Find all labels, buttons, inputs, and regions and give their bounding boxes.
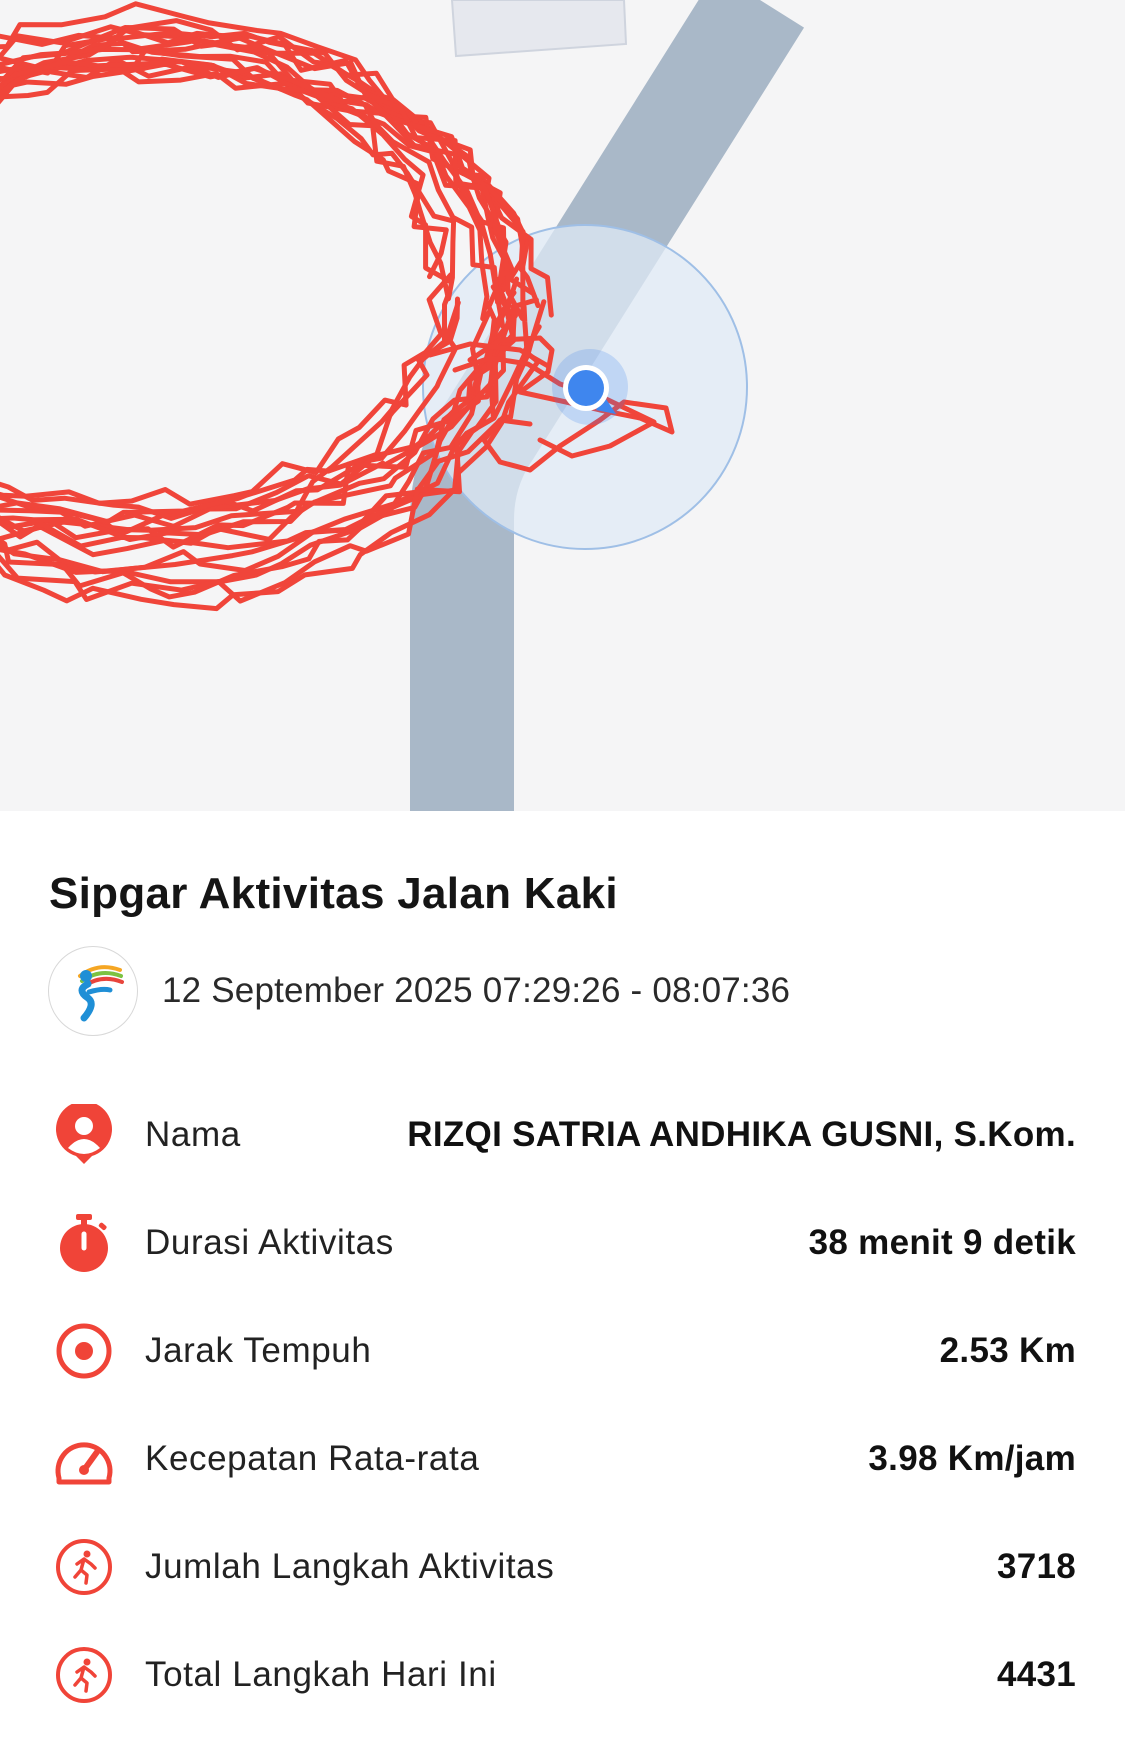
activity-map[interactable] bbox=[0, 0, 1125, 811]
stopwatch-icon bbox=[52, 1211, 116, 1275]
stat-value: 4431 bbox=[996, 1655, 1076, 1694]
stat-label: Total Langkah Hari Ini bbox=[145, 1655, 497, 1694]
running-person-icon bbox=[52, 1535, 116, 1599]
activity-title: Sipgar Aktivitas Jalan Kaki bbox=[49, 869, 618, 918]
stat-value: 3718 bbox=[996, 1547, 1076, 1586]
stat-label: Kecepatan Rata-rata bbox=[145, 1439, 480, 1478]
stat-value: 2.53 Km bbox=[939, 1331, 1076, 1370]
stat-row-duration: Durasi Aktivitas 38 menit 9 detik bbox=[0, 1189, 1125, 1297]
activity-date-range: 12 September 2025 07:29:26 - 08:07:36 bbox=[162, 971, 791, 1010]
speedometer-icon bbox=[52, 1427, 116, 1491]
stat-label: Nama bbox=[145, 1115, 241, 1154]
stat-label: Jumlah Langkah Aktivitas bbox=[145, 1547, 555, 1586]
running-person-icon bbox=[52, 1643, 116, 1707]
stat-label: Durasi Aktivitas bbox=[145, 1223, 394, 1262]
runner-logo-icon bbox=[48, 946, 138, 1036]
stat-row-distance: Jarak Tempuh 2.53 Km bbox=[0, 1297, 1125, 1405]
stat-row-total-steps: Total Langkah Hari Ini 4431 bbox=[0, 1621, 1125, 1729]
stat-label: Jarak Tempuh bbox=[145, 1331, 372, 1370]
stat-row-name: Nama RIZQI SATRIA ANDHIKA GUSNI, S.Kom. bbox=[0, 1081, 1125, 1189]
target-icon bbox=[52, 1319, 116, 1383]
map-canvas bbox=[0, 0, 805, 811]
stat-row-speed: Kecepatan Rata-rata 3.98 Km/jam bbox=[0, 1405, 1125, 1513]
activity-info-panel: Sipgar Aktivitas Jalan Kaki 12 September… bbox=[0, 811, 1125, 1752]
map-building bbox=[450, 0, 628, 58]
user-pin-icon bbox=[52, 1103, 116, 1167]
stat-value: 3.98 Km/jam bbox=[868, 1439, 1076, 1478]
date-row: 12 September 2025 07:29:26 - 08:07:36 bbox=[48, 946, 790, 1036]
stat-row-activity-steps: Jumlah Langkah Aktivitas 3718 bbox=[0, 1513, 1125, 1621]
location-dot-icon bbox=[568, 370, 604, 406]
stat-value: RIZQI SATRIA ANDHIKA GUSNI, S.Kom. bbox=[407, 1115, 1076, 1154]
stat-value: 38 menit 9 detik bbox=[808, 1223, 1076, 1262]
